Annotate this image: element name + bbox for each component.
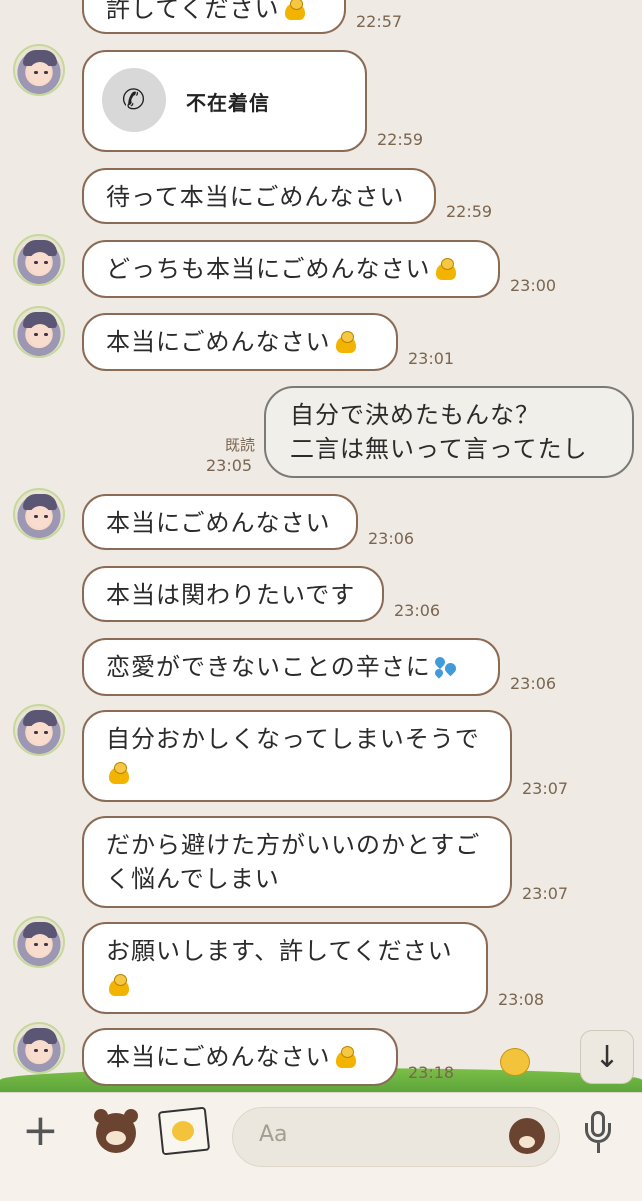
message-text-line: だから避けた方がいいのかとすご xyxy=(106,831,481,859)
message-bubble[interactable]: 本当にごめんなさい xyxy=(82,1028,398,1086)
photo-button[interactable] xyxy=(157,1106,211,1156)
message-bubble[interactable]: 本当にごめんなさい xyxy=(82,494,358,550)
message-text: お願いします、許してください xyxy=(106,937,453,965)
person-bowing-emoji xyxy=(333,328,359,354)
message-time: 22:59 xyxy=(377,130,424,149)
message-text: 本当にごめんなさい xyxy=(106,509,331,537)
phone-icon: ✆ xyxy=(102,68,166,132)
contact-avatar[interactable] xyxy=(13,306,65,358)
message-bubble[interactable]: どっちも本当にごめんなさい xyxy=(82,240,500,298)
message-bubble[interactable]: 自分おかしくなってしまいそうで xyxy=(82,710,512,802)
sweat-droplets-emoji xyxy=(431,653,459,679)
message-time: 22:59 xyxy=(446,202,493,221)
sticker-button[interactable] xyxy=(86,1107,144,1157)
message-time: 23:08 xyxy=(498,990,545,1009)
message-text: 本当にごめんなさい xyxy=(106,1043,331,1071)
chick-decoration xyxy=(500,1048,530,1076)
arrow-down-icon: ↓ xyxy=(594,1039,620,1075)
contact-avatar[interactable] xyxy=(13,234,65,286)
contact-avatar[interactable] xyxy=(13,488,65,540)
person-bowing-emoji xyxy=(433,255,459,281)
bear-emoji-button[interactable] xyxy=(509,1118,545,1154)
message-input-bar: + Aa xyxy=(0,1092,642,1201)
read-receipt: 既読 xyxy=(224,436,255,454)
message-bubble[interactable]: お願いします、許してください xyxy=(82,922,488,1014)
person-bowing-emoji xyxy=(282,0,308,21)
message-bubble[interactable]: 本当は関わりたいです xyxy=(82,566,384,622)
message-time: 23:07 xyxy=(522,779,569,798)
message-text: 本当にごめんなさい xyxy=(106,328,331,356)
message-bubble[interactable]: 恋愛ができないことの辛さに xyxy=(82,638,500,696)
message-text: 自分おかしくなってしまいそうで xyxy=(106,725,480,753)
message-text: 許してください xyxy=(106,0,280,23)
message-bubble[interactable]: 本当にごめんなさい xyxy=(82,313,398,371)
chat-area[interactable]: 許してください 22:57 ✆ 不在着信 22:59 待って本当にごめんなさい … xyxy=(0,0,642,1092)
message-time: 22:57 xyxy=(356,12,403,31)
outgoing-message-bubble[interactable]: 自分で決めたもんな？ 二言は無いって言ってたし xyxy=(264,386,634,478)
message-time: 23:01 xyxy=(408,349,455,368)
message-input-placeholder: Aa xyxy=(259,1122,288,1147)
message-text-line: 自分で決めたもんな？ xyxy=(290,401,540,429)
message-bubble[interactable]: だから避けた方がいいのかとすご く悩んでしまい xyxy=(82,816,512,908)
person-bowing-emoji xyxy=(106,759,132,785)
message-time: 23:05 xyxy=(206,456,253,475)
message-time: 23:06 xyxy=(368,529,415,548)
message-text-line: 二言は無いって言ってたし xyxy=(290,435,588,463)
message-text: 恋愛ができないことの辛さに xyxy=(106,653,431,681)
message-time: 23:07 xyxy=(522,884,569,903)
contact-avatar[interactable] xyxy=(13,704,65,756)
message-bubble[interactable]: 待って本当にごめんなさい xyxy=(82,168,436,224)
message-time: 23:00 xyxy=(510,276,557,295)
contact-avatar[interactable] xyxy=(13,1022,65,1074)
person-bowing-emoji xyxy=(333,1043,359,1069)
message-text: 本当は関わりたいです xyxy=(106,581,356,609)
plus-icon[interactable]: + xyxy=(22,1109,59,1153)
message-time: 23:06 xyxy=(394,601,441,620)
message-bubble[interactable]: 許してください xyxy=(82,0,346,34)
message-text: 待って本当にごめんなさい xyxy=(106,183,405,211)
message-text: どっちも本当にごめんなさい xyxy=(106,255,431,283)
message-input[interactable]: Aa xyxy=(232,1107,560,1167)
missed-call-label: 不在着信 xyxy=(186,91,270,115)
person-bowing-emoji xyxy=(106,971,132,997)
message-time: 23:06 xyxy=(510,674,557,693)
microphone-icon[interactable] xyxy=(582,1111,614,1155)
contact-avatar[interactable] xyxy=(13,44,65,96)
missed-call-bubble[interactable]: ✆ 不在着信 xyxy=(82,50,367,152)
contact-avatar[interactable] xyxy=(13,916,65,968)
message-time: 23:18 xyxy=(408,1063,455,1082)
scroll-to-bottom-button[interactable]: ↓ xyxy=(580,1030,634,1084)
message-text-line: く悩んでしまい xyxy=(106,865,280,893)
